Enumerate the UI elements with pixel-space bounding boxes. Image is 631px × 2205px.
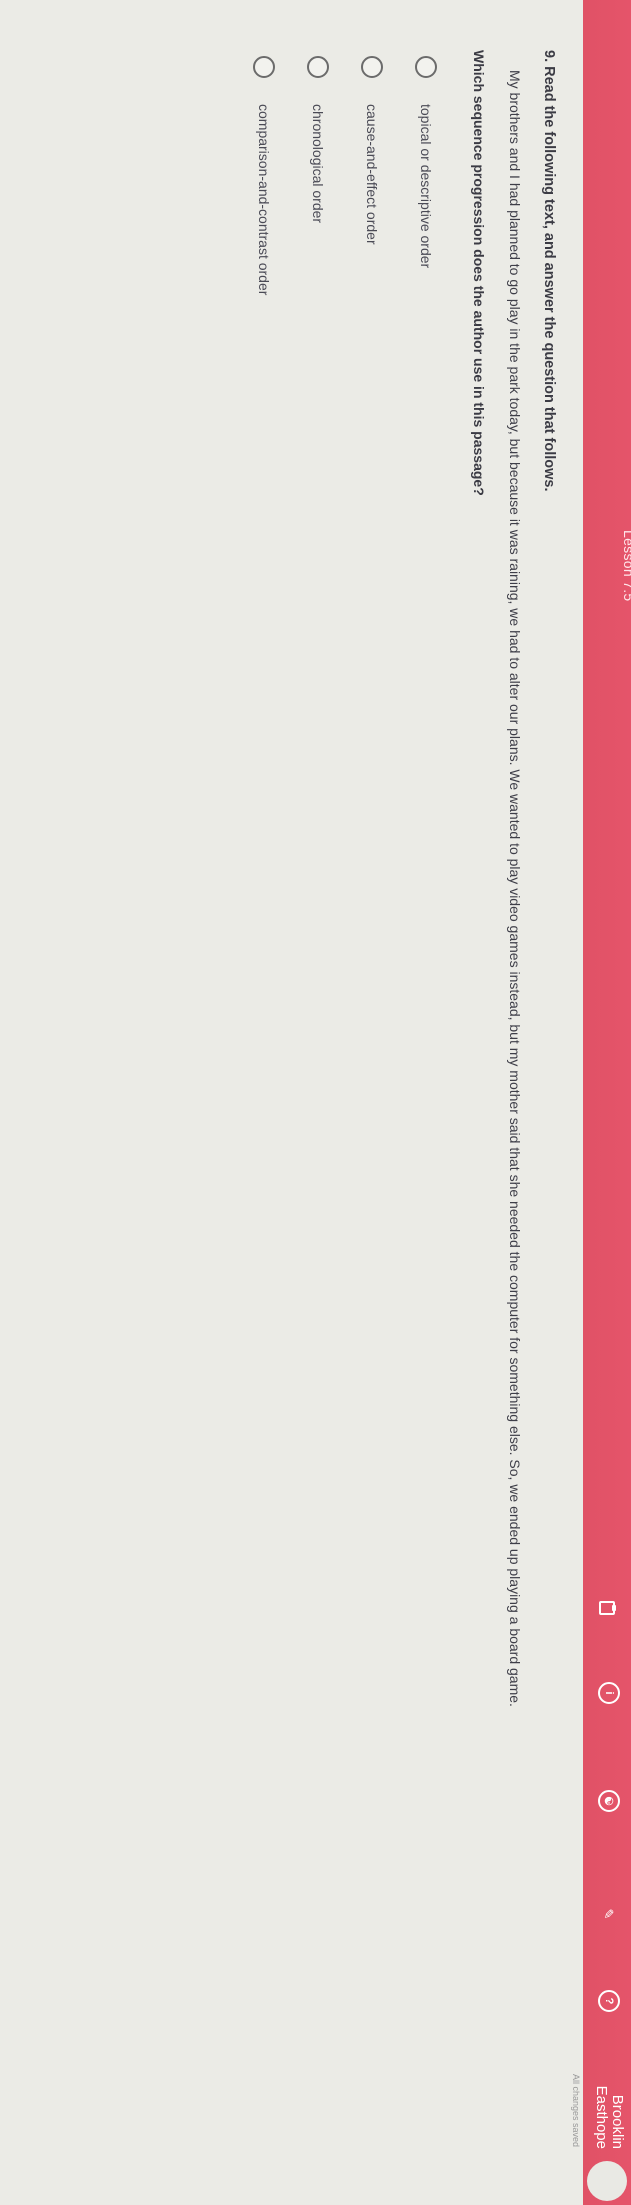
answer-options: topical or descriptive order cause-and-e… (243, 56, 447, 2150)
option-label: comparison-and-contrast order (256, 104, 272, 296)
question-panel: 9. Read the following text, and answer t… (231, 50, 579, 2150)
accessibility-icon[interactable]: ☯ (598, 1790, 620, 1812)
radio-button[interactable] (307, 56, 329, 78)
radio-button[interactable] (253, 56, 275, 78)
radio-button[interactable] (361, 56, 383, 78)
lesson-title: Lesson 7.5 (621, 530, 631, 602)
user-name[interactable]: Brooklin Easthope (593, 2085, 626, 2149)
answer-option[interactable]: comparison-and-contrast order (243, 56, 285, 2150)
user-first-name: Brooklin (609, 2094, 626, 2149)
answer-option[interactable]: chronological order (297, 56, 339, 2150)
passage-text: My brothers and I had planned to go play… (507, 70, 523, 1707)
header-bar: Lesson 7.5 i ☯ ✎ ? Brooklin Easthope (583, 0, 631, 2205)
question-prompt: Which sequence progression does the auth… (471, 50, 487, 496)
page: Lesson 7.5 i ☯ ✎ ? Brooklin Easthope All… (0, 0, 631, 2205)
user-last-name: Easthope (593, 2085, 610, 2149)
answer-option[interactable]: topical or descriptive order (405, 56, 447, 2150)
question-title: 9. Read the following text, and answer t… (541, 50, 557, 492)
option-label: topical or descriptive order (418, 104, 434, 269)
info-icon[interactable]: i (598, 1682, 620, 1704)
pencil-icon[interactable]: ✎ (596, 1902, 620, 1926)
option-label: chronological order (310, 104, 326, 224)
option-label: cause-and-effect order (364, 104, 380, 245)
radio-button[interactable] (415, 56, 437, 78)
answer-option[interactable]: cause-and-effect order (351, 56, 393, 2150)
clipboard-icon[interactable] (596, 1596, 620, 1620)
avatar[interactable] (587, 2161, 627, 2201)
help-icon[interactable]: ? (598, 1990, 620, 2012)
